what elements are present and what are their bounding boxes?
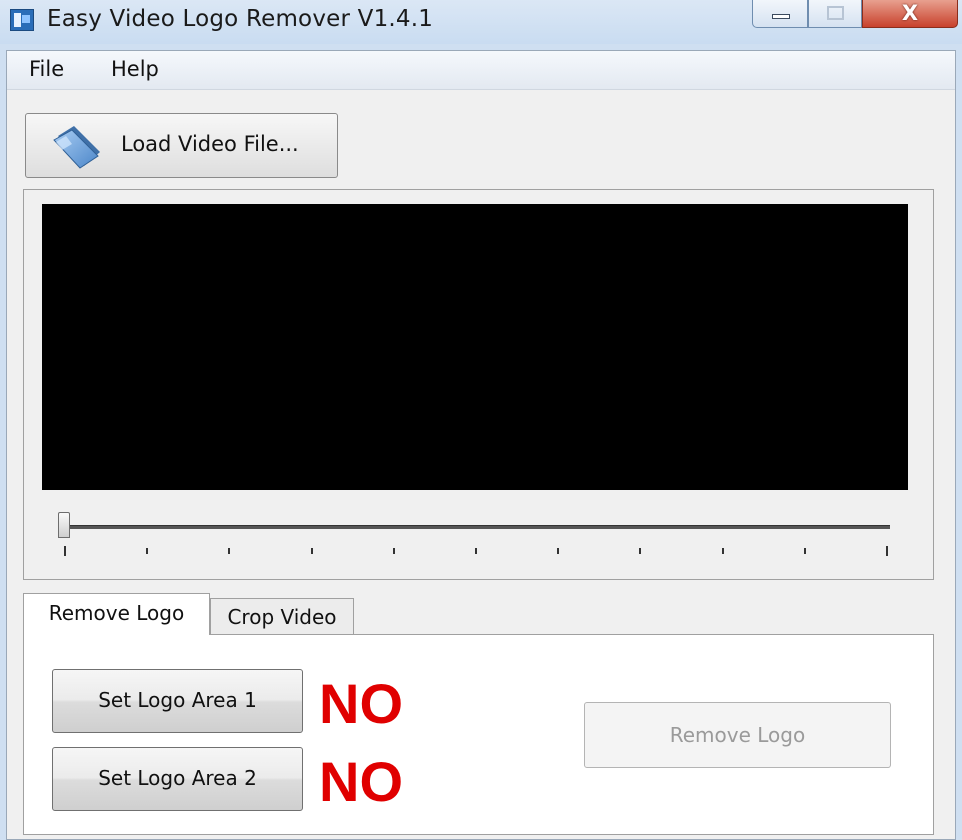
slider-tick bbox=[721, 548, 724, 554]
window-title: Easy Video Logo Remover V1.4.1 bbox=[47, 6, 434, 32]
app-icon bbox=[10, 9, 34, 31]
load-video-label: Load Video File... bbox=[121, 132, 299, 156]
slider-tick bbox=[64, 546, 66, 556]
tab-crop-video[interactable]: Crop Video bbox=[210, 598, 354, 635]
slider-tick bbox=[557, 548, 560, 554]
minimize-button[interactable] bbox=[752, 0, 808, 28]
title-bar[interactable]: Easy Video Logo Remover V1.4.1 X bbox=[0, 0, 962, 44]
close-button[interactable]: X bbox=[862, 0, 958, 28]
load-video-button[interactable]: Load Video File... bbox=[25, 113, 338, 178]
seek-slider-track[interactable] bbox=[64, 525, 890, 529]
set-logo-area-1-button[interactable]: Set Logo Area 1 bbox=[52, 669, 303, 733]
logo-area-2-status: NO bbox=[319, 750, 403, 813]
slider-tick bbox=[392, 548, 395, 554]
app-window: Easy Video Logo Remover V1.4.1 X File He… bbox=[0, 0, 962, 840]
logo-area-1-status: NO bbox=[319, 672, 403, 735]
slider-tick bbox=[310, 548, 313, 554]
slider-tick bbox=[475, 548, 477, 554]
video-frame-group bbox=[23, 189, 934, 580]
slider-tick bbox=[886, 546, 888, 556]
close-icon: X bbox=[901, 1, 919, 25]
menu-bar: File Help bbox=[7, 51, 955, 90]
slider-tick bbox=[228, 548, 231, 554]
remove-logo-button[interactable]: Remove Logo bbox=[584, 702, 891, 768]
window-controls: X bbox=[752, 0, 958, 30]
folder-icon bbox=[53, 126, 100, 169]
slider-tick bbox=[146, 548, 149, 554]
client-area: File Help Load Video File... Remove Logo… bbox=[6, 50, 956, 840]
video-preview bbox=[42, 204, 908, 490]
remove-logo-panel: Set Logo Area 1 NO Set Logo Area 2 NO Re… bbox=[23, 634, 934, 835]
tab-remove-logo[interactable]: Remove Logo bbox=[23, 593, 210, 635]
menu-file[interactable]: File bbox=[29, 57, 64, 81]
menu-help[interactable]: Help bbox=[111, 57, 159, 81]
slider-tick bbox=[639, 548, 642, 554]
slider-tick bbox=[803, 548, 806, 554]
maximize-button bbox=[808, 0, 862, 28]
seek-slider-thumb[interactable] bbox=[58, 512, 70, 538]
set-logo-area-2-button[interactable]: Set Logo Area 2 bbox=[52, 747, 303, 811]
